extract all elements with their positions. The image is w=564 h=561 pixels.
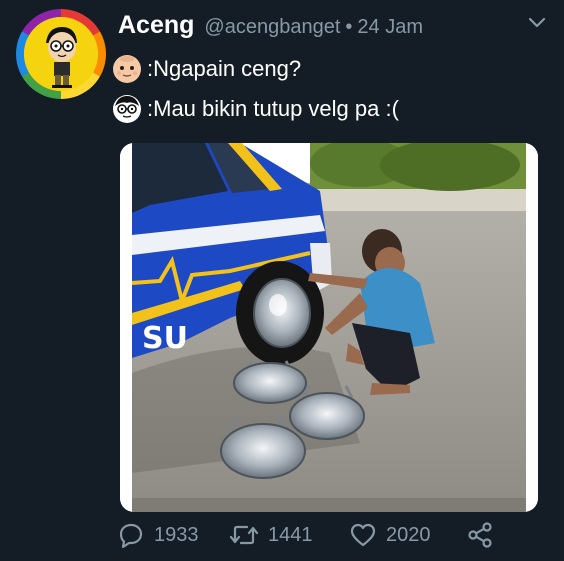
tweet-card[interactable]: Aceng @acengbanget • 24 Jam :Ngapain cen… xyxy=(0,0,564,561)
avatar-cartoon-icon xyxy=(24,17,98,91)
like-count: 2020 xyxy=(386,523,431,546)
display-name[interactable]: Aceng xyxy=(118,11,194,40)
car-lettering: SU xyxy=(142,321,188,356)
timestamp[interactable]: 24 Jam xyxy=(357,16,423,39)
reply-button[interactable]: 1933 xyxy=(117,517,199,553)
tweet-header: Aceng @acengbanget • 24 Jam xyxy=(118,11,423,43)
like-button[interactable]: 2020 xyxy=(349,517,431,553)
share-button[interactable] xyxy=(466,517,494,553)
reply-count: 1933 xyxy=(154,523,199,546)
retweet-count: 1441 xyxy=(268,523,313,546)
separator-dot: • xyxy=(345,16,353,38)
user-handle[interactable]: @acengbanget xyxy=(204,16,340,39)
share-icon xyxy=(468,522,492,548)
heart-icon xyxy=(350,523,376,547)
dialogue-text: :Mau bikin tutup velg pa :( xyxy=(147,96,399,121)
retweet-icon xyxy=(229,525,259,545)
reply-icon xyxy=(119,523,143,549)
dialogue-text: :Ngapain ceng? xyxy=(147,56,302,81)
tweet-photo[interactable]: SU xyxy=(120,143,538,512)
tweet-actions: 1933 1441 2020 xyxy=(0,517,564,553)
tweet-line-1: :Ngapain ceng? xyxy=(112,52,301,86)
avatar[interactable] xyxy=(16,9,106,99)
baby-face-emoji-icon xyxy=(112,54,142,84)
tweet-line-2: :Mau bikin tutup velg pa :( xyxy=(112,92,399,126)
chevron-down-icon[interactable] xyxy=(526,14,548,32)
nerd-face-emoji-icon xyxy=(112,94,142,124)
retweet-button[interactable]: 1441 xyxy=(229,517,313,553)
